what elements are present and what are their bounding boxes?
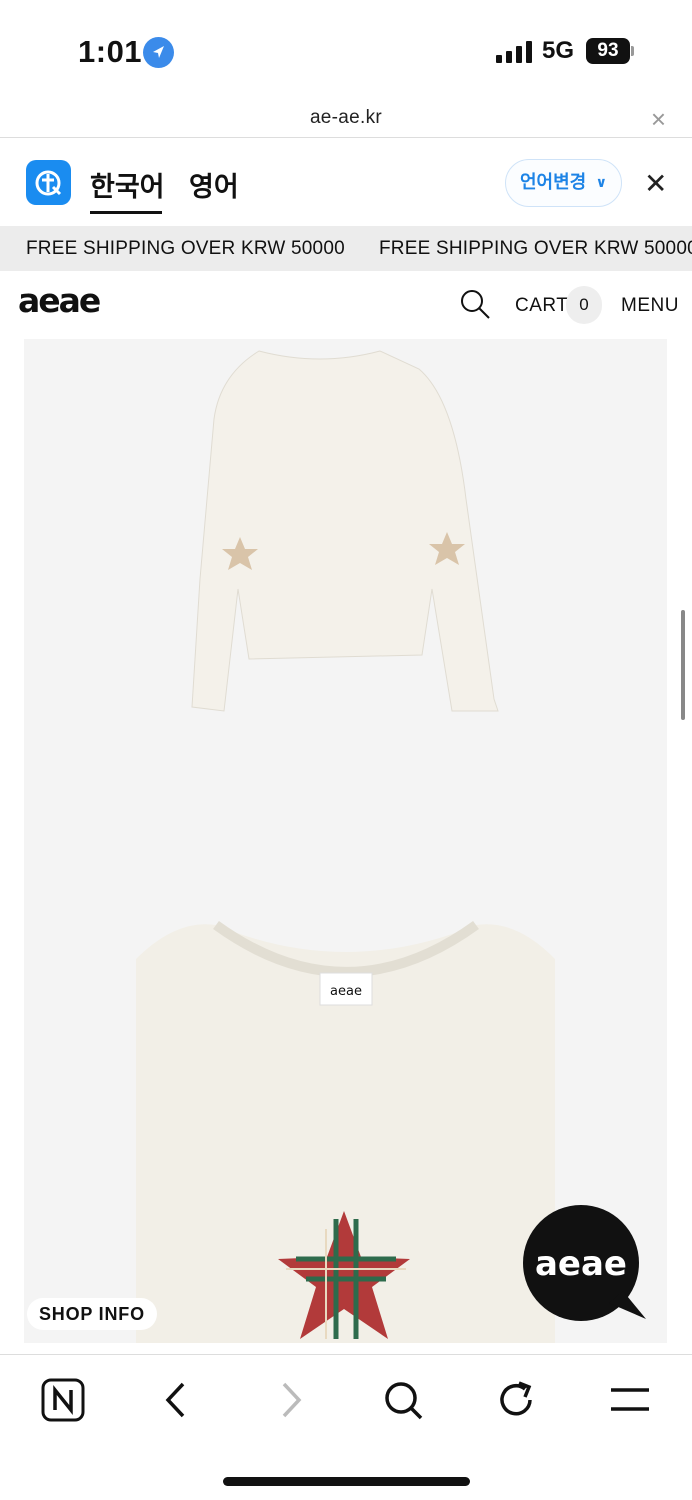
language-change-label: 언어변경: [520, 172, 587, 192]
shipping-marquee: FREE SHIPPING OVER KRW 50000 FREE SHIPPI…: [0, 226, 692, 271]
translate-bar: 한국어 영어 언어변경 ∨ ✕: [0, 139, 692, 226]
network-type: 5G: [542, 37, 575, 64]
browser-toolbar: [0, 1354, 692, 1500]
chat-logo: aeae: [535, 1244, 627, 1284]
url-domain[interactable]: ae-ae.kr: [0, 107, 692, 129]
url-bar[interactable]: ae-ae.kr ×: [0, 100, 692, 138]
hamburger-icon[interactable]: [605, 1375, 655, 1425]
status-time: 1:01: [78, 34, 143, 69]
brand-logo[interactable]: aeae: [18, 281, 101, 320]
naver-home-icon[interactable]: [38, 1375, 88, 1425]
forward-icon[interactable]: [266, 1375, 316, 1425]
shop-info-button[interactable]: SHOP INFO: [27, 1298, 157, 1330]
close-icon[interactable]: ×: [651, 104, 666, 135]
cart-count-badge[interactable]: 0: [566, 286, 602, 324]
battery-icon: 93: [586, 38, 630, 64]
scrollbar[interactable]: [681, 610, 685, 720]
marquee-text: FREE SHIPPING OVER KRW 50000: [26, 238, 345, 259]
cart-button[interactable]: CART: [515, 295, 568, 317]
close-icon[interactable]: ✕: [644, 167, 667, 200]
tab-english[interactable]: 영어: [189, 165, 239, 204]
site-header: aeae CART 0 MENU: [0, 271, 692, 339]
search-icon[interactable]: [378, 1375, 428, 1425]
status-bar: 1:01 5G 93: [0, 0, 692, 100]
home-indicator: [223, 1477, 470, 1486]
back-icon[interactable]: [151, 1375, 201, 1425]
product-gallery[interactable]: aeae: [24, 339, 667, 1343]
search-icon[interactable]: [459, 288, 491, 320]
signal-icon: [496, 41, 532, 63]
location-arrow-icon: [143, 37, 174, 68]
chat-button[interactable]: aeae: [521, 1203, 647, 1323]
language-change-button[interactable]: 언어변경 ∨: [505, 159, 622, 207]
product-image-sweater-back[interactable]: [24, 339, 667, 789]
battery-tip: [631, 46, 634, 56]
product-image-sweater-detail[interactable]: aeae: [136, 919, 555, 1343]
chevron-down-icon: ∨: [595, 174, 607, 190]
product-label-tag: aeae: [330, 984, 362, 999]
menu-button[interactable]: MENU: [621, 295, 679, 317]
refresh-icon[interactable]: [492, 1375, 542, 1425]
marquee-text: FREE SHIPPING OVER KRW 50000: [379, 238, 692, 259]
papago-logo-icon[interactable]: [26, 160, 71, 205]
tab-korean[interactable]: 한국어: [90, 165, 165, 204]
tab-active-indicator: [90, 211, 162, 214]
